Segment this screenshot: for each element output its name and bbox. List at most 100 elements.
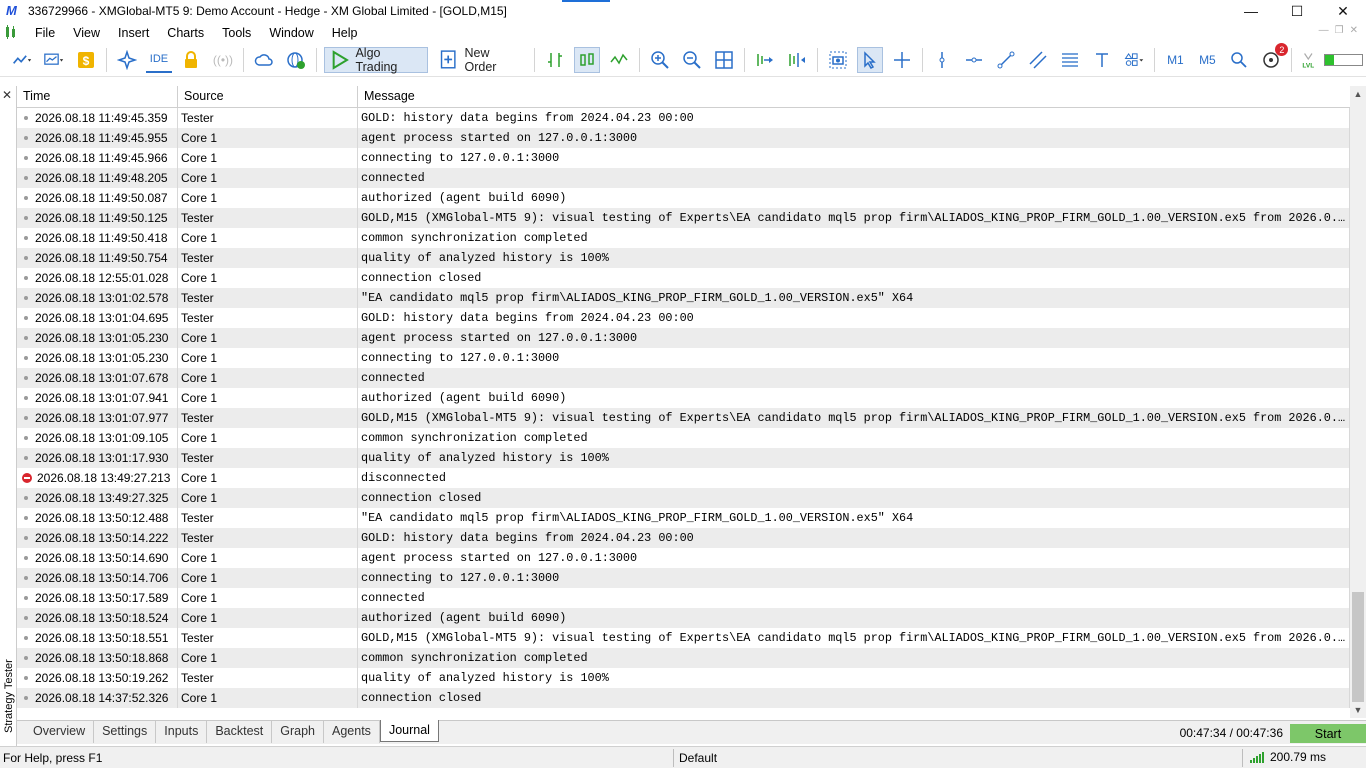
column-header-time[interactable]: Time xyxy=(17,86,178,108)
table-row[interactable]: 2026.08.18 11:49:45.359 Tester GOLD: histo… xyxy=(17,108,1350,128)
close-icon[interactable]: ✕ xyxy=(2,88,12,102)
zoom-in-icon[interactable] xyxy=(647,47,673,73)
maximize-icon[interactable]: ☐ xyxy=(1274,0,1320,22)
crosshair-icon[interactable] xyxy=(889,47,915,73)
cell-message: quality of analyzed history is 100% xyxy=(358,248,1350,268)
menu-insert[interactable]: Insert xyxy=(109,26,158,40)
table-row[interactable]: 2026.08.18 13:01:05.230 Core 1 agent proce… xyxy=(17,328,1350,348)
menu-window[interactable]: Window xyxy=(260,26,322,40)
menu-chart-icon[interactable] xyxy=(4,24,26,41)
vertical-line-icon[interactable] xyxy=(929,47,955,73)
table-row[interactable]: 2026.08.18 13:50:18.524 Core 1 authorized … xyxy=(17,608,1350,628)
info-dot-icon xyxy=(24,636,28,640)
vertical-scrollbar[interactable]: ▲ ▼ xyxy=(1350,86,1366,718)
timeframe-m1-button[interactable]: M1 xyxy=(1162,47,1188,73)
connection-status[interactable]: 200.79 ms xyxy=(1250,750,1326,764)
column-header-source[interactable]: Source xyxy=(178,86,358,108)
fibonacci-icon[interactable] xyxy=(1057,47,1083,73)
tile-windows-icon[interactable] xyxy=(711,47,737,73)
screenshot-icon[interactable] xyxy=(825,47,851,73)
cursor-icon[interactable] xyxy=(856,47,883,73)
horizontal-line-icon[interactable] xyxy=(961,47,987,73)
table-row[interactable]: 2026.08.18 11:49:45.955 Core 1 agent proce… xyxy=(17,128,1350,148)
minimize-icon[interactable]: — xyxy=(1228,0,1274,22)
scroll-up-icon[interactable]: ▲ xyxy=(1350,86,1366,102)
menu-help[interactable]: Help xyxy=(323,26,367,40)
tab-overview[interactable]: Overview xyxy=(25,721,95,743)
table-row[interactable]: 2026.08.18 11:49:48.205 Core 1 connected xyxy=(17,168,1350,188)
tab-backtest[interactable]: Backtest xyxy=(207,721,273,743)
table-row[interactable]: 2026.08.18 14:37:52.326 Core 1 connection … xyxy=(17,688,1350,708)
table-row[interactable]: 2026.08.18 11:49:50.125 Tester GOLD,M15 (X… xyxy=(17,208,1350,228)
table-row[interactable]: 2026.08.18 11:49:50.418 Core 1 common sync… xyxy=(17,228,1350,248)
table-row[interactable]: 2026.08.18 13:01:07.678 Core 1 connected xyxy=(17,368,1350,388)
table-row[interactable]: 2026.08.18 13:49:27.325 Core 1 connection … xyxy=(17,488,1350,508)
table-row[interactable]: 2026.08.18 13:50:14.706 Core 1 connecting … xyxy=(17,568,1350,588)
auto-scroll-icon[interactable] xyxy=(752,47,778,73)
table-row[interactable]: 2026.08.18 13:49:27.213 Core 1 disconnecte… xyxy=(17,468,1350,488)
table-row[interactable]: 2026.08.18 13:01:05.230 Core 1 connecting … xyxy=(17,348,1350,368)
tab-journal[interactable]: Journal xyxy=(379,720,439,742)
info-dot-icon xyxy=(24,216,28,220)
search-icon[interactable] xyxy=(1226,47,1252,73)
cell-source: Core 1 xyxy=(178,388,358,408)
menu-file[interactable]: File xyxy=(26,26,64,40)
table-row[interactable]: 2026.08.18 13:50:12.488 Tester "EA candida… xyxy=(17,508,1350,528)
table-row[interactable]: 2026.08.18 11:49:45.966 Core 1 connecting … xyxy=(17,148,1350,168)
table-row[interactable]: 2026.08.18 13:01:07.977 Tester GOLD,M15 (X… xyxy=(17,408,1350,428)
algo-trading-button[interactable]: Algo Trading xyxy=(323,46,428,74)
line-chart-icon[interactable] xyxy=(606,47,632,73)
candlestick-chart-icon[interactable] xyxy=(573,47,600,73)
market-globe-icon[interactable] xyxy=(283,47,309,73)
new-order-button[interactable]: New Order xyxy=(434,46,527,74)
mdi-minimize-icon[interactable]: — xyxy=(1319,25,1329,36)
chart-shift-icon[interactable] xyxy=(784,47,810,73)
tab-settings[interactable]: Settings xyxy=(94,721,157,743)
table-row[interactable]: 2026.08.18 13:01:04.695 Tester GOLD: histo… xyxy=(17,308,1350,328)
cloud-icon[interactable] xyxy=(251,47,277,73)
table-row[interactable]: 2026.08.18 11:49:50.087 Core 1 authorized … xyxy=(17,188,1350,208)
notifications-icon[interactable]: 2 xyxy=(1258,43,1289,73)
tab-inputs[interactable]: Inputs xyxy=(156,721,208,743)
tab-graph[interactable]: Graph xyxy=(272,721,325,743)
text-tool-icon[interactable] xyxy=(1089,47,1115,73)
ide-button[interactable]: IDE xyxy=(145,47,172,73)
signals-sparkle-icon[interactable] xyxy=(114,47,140,73)
menu-charts[interactable]: Charts xyxy=(158,26,213,40)
menu-tools[interactable]: Tools xyxy=(213,26,260,40)
zoom-out-icon[interactable] xyxy=(679,47,705,73)
status-profile[interactable]: Default xyxy=(679,751,717,765)
mdi-restore-icon[interactable]: ❐ xyxy=(1335,25,1344,36)
line-chart-dropdown-icon[interactable] xyxy=(9,47,35,73)
start-button[interactable]: Start xyxy=(1290,724,1366,743)
table-row[interactable]: 2026.08.18 13:01:02.578 Tester "EA candida… xyxy=(17,288,1350,308)
equidistant-channel-icon[interactable] xyxy=(1025,47,1051,73)
shapes-dropdown-icon[interactable] xyxy=(1121,47,1147,73)
broadcast-icon[interactable]: ((•)) xyxy=(210,47,236,73)
window-title: 336729966 - XMGlobal-MT5 9: Demo Account… xyxy=(28,4,507,18)
bar-chart-icon[interactable] xyxy=(542,47,568,73)
close-icon[interactable]: ✕ xyxy=(1320,0,1366,22)
table-row[interactable]: 2026.08.18 13:50:18.868 Core 1 common sync… xyxy=(17,648,1350,668)
dollar-icon[interactable]: $ xyxy=(73,47,99,73)
table-row[interactable]: 2026.08.18 13:50:18.551 Tester GOLD,M15 (X… xyxy=(17,628,1350,648)
table-row[interactable]: 2026.08.18 13:50:14.690 Core 1 agent proce… xyxy=(17,548,1350,568)
table-row[interactable]: 2026.08.18 13:01:17.930 Tester quality of … xyxy=(17,448,1350,468)
lock-icon[interactable] xyxy=(178,47,204,73)
table-row[interactable]: 2026.08.18 13:01:07.941 Core 1 authorized … xyxy=(17,388,1350,408)
scroll-down-icon[interactable]: ▼ xyxy=(1350,702,1366,718)
table-row[interactable]: 2026.08.18 13:50:19.262 Tester quality of … xyxy=(17,668,1350,688)
mdi-close-icon[interactable]: ✕ xyxy=(1350,25,1358,36)
table-row[interactable]: 2026.08.18 13:50:14.222 Tester GOLD: histo… xyxy=(17,528,1350,548)
table-row[interactable]: 2026.08.18 13:01:09.105 Core 1 common sync… xyxy=(17,428,1350,448)
scroll-thumb[interactable] xyxy=(1352,592,1364,702)
chart-template-dropdown-icon[interactable] xyxy=(41,47,67,73)
menu-view[interactable]: View xyxy=(64,26,109,40)
timeframe-m5-button[interactable]: M5 xyxy=(1194,47,1220,73)
trend-line-icon[interactable] xyxy=(993,47,1019,73)
table-row[interactable]: 2026.08.18 13:50:17.589 Core 1 connected xyxy=(17,588,1350,608)
column-header-message[interactable]: Message xyxy=(358,86,1350,108)
table-row[interactable]: 2026.08.18 12:55:01.028 Core 1 connection … xyxy=(17,268,1350,288)
table-row[interactable]: 2026.08.18 11:49:50.754 Tester quality of … xyxy=(17,248,1350,268)
tab-agents[interactable]: Agents xyxy=(324,721,380,743)
